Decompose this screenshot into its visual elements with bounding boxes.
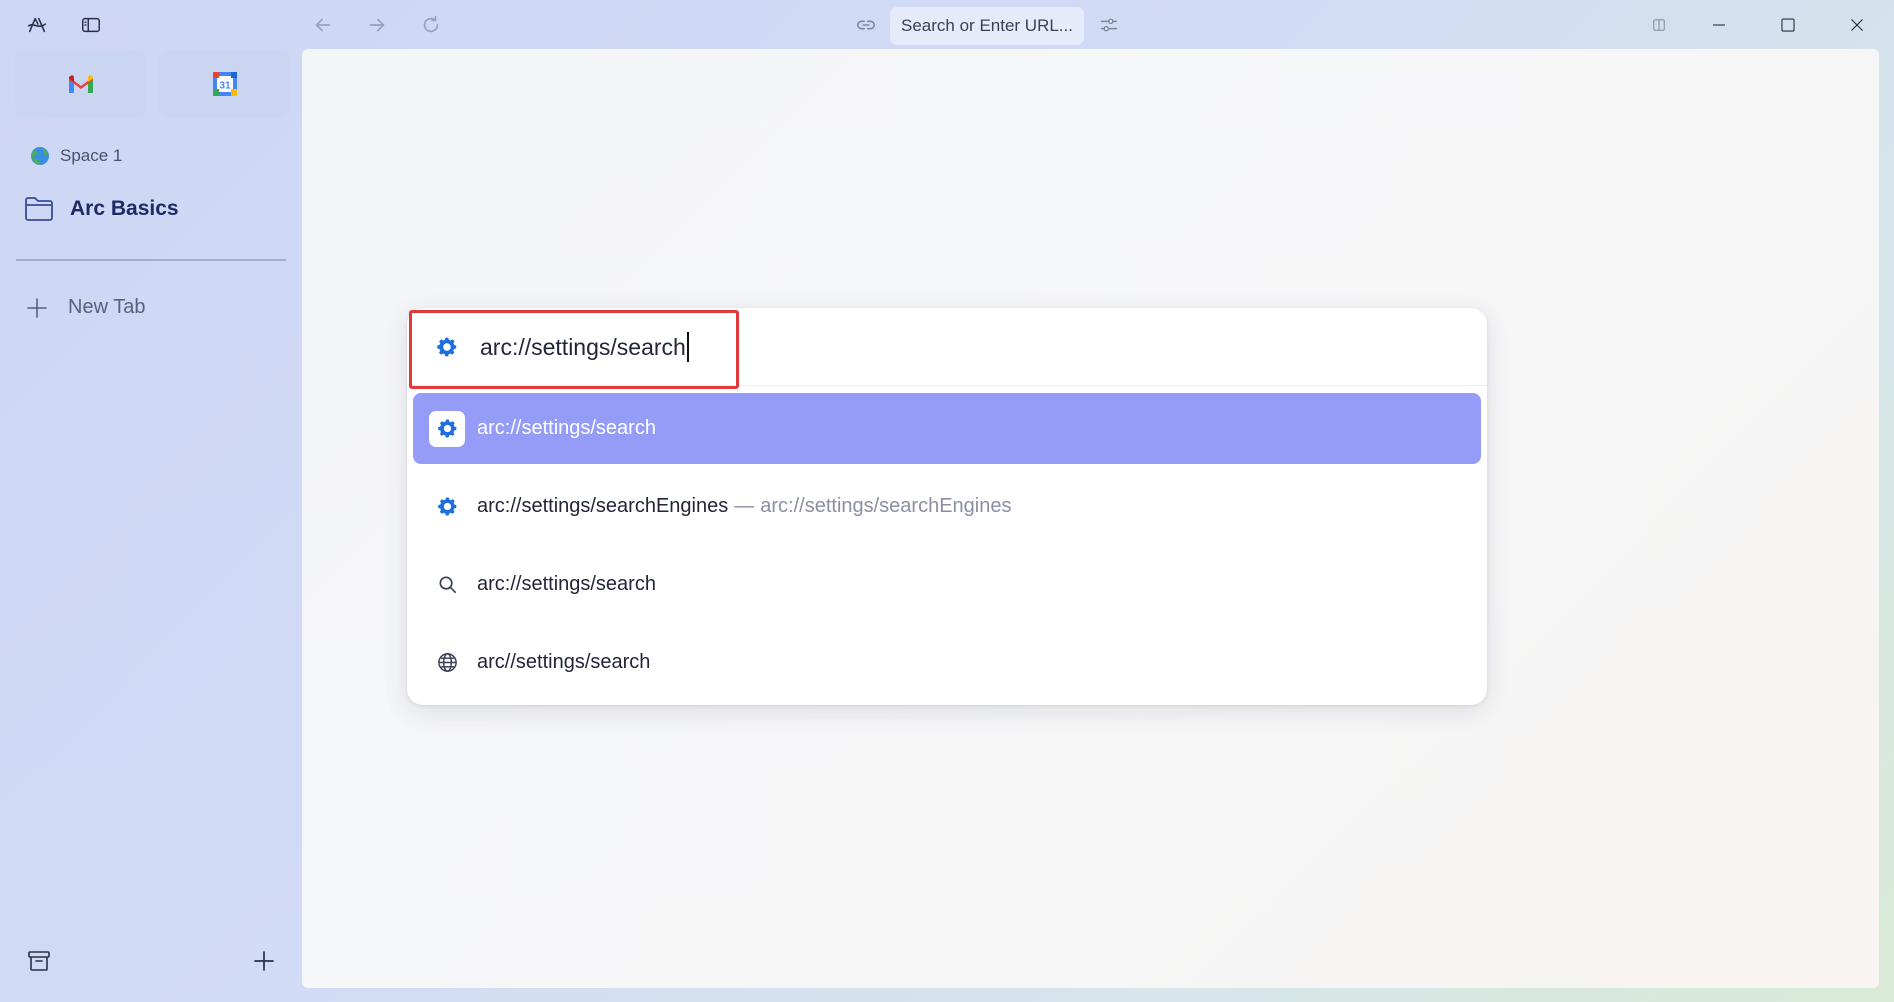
result-item-2[interactable]: arc://settings/searchEngines — arc://set…: [413, 471, 1481, 542]
maximize-icon[interactable]: [1773, 10, 1803, 40]
sidebar-toggle-icon[interactable]: [78, 12, 104, 38]
folder-label: Arc Basics: [70, 197, 179, 220]
new-tab-label: New Tab: [68, 296, 146, 318]
google-calendar-icon: 31: [212, 71, 238, 97]
new-tab-button[interactable]: New Tab: [26, 296, 145, 319]
globe-icon: [429, 645, 465, 681]
split-view-icon[interactable]: [1644, 10, 1674, 40]
search-icon: [429, 567, 465, 603]
favorite-google-calendar[interactable]: 31: [159, 51, 290, 117]
calendar-badge: 31: [219, 81, 231, 92]
result-item-1[interactable]: arc://settings/search: [413, 393, 1481, 464]
sidebar-divider: [16, 259, 286, 261]
reload-icon[interactable]: [418, 12, 444, 38]
result-label: arc://settings/search: [477, 573, 656, 595]
result-label: arc://settings/search: [477, 417, 656, 439]
result-separator: —: [734, 495, 755, 517]
gmail-icon: [67, 73, 95, 95]
minimize-icon[interactable]: [1704, 10, 1734, 40]
result-item-4[interactable]: arc//settings/search: [413, 627, 1481, 698]
url-bar-placeholder: Search or Enter URL...: [901, 16, 1073, 35]
forward-arrow-icon[interactable]: [364, 12, 390, 38]
plus-icon: [26, 297, 48, 319]
space-name: Space 1: [60, 146, 123, 165]
globe-emoji-icon: [30, 146, 50, 166]
sidebar-folder-arc-basics[interactable]: Arc Basics: [24, 196, 179, 222]
folder-icon: [24, 196, 54, 222]
favorite-gmail[interactable]: [15, 51, 146, 117]
link-icon[interactable]: [853, 12, 879, 38]
result-item-3[interactable]: arc://settings/search: [413, 549, 1481, 620]
result-label: arc://settings/searchEngines: [477, 495, 729, 517]
archive-icon[interactable]: [26, 948, 52, 974]
result-label: arc//settings/search: [477, 651, 651, 673]
result-subtitle: arc://settings/searchEngines: [760, 495, 1012, 517]
arc-logo-icon[interactable]: [24, 12, 50, 38]
close-icon[interactable]: [1842, 10, 1872, 40]
url-bar[interactable]: Search or Enter URL...: [890, 7, 1084, 45]
site-controls-icon[interactable]: [1096, 12, 1122, 38]
input-highlight-box: [409, 310, 739, 389]
back-arrow-icon[interactable]: [310, 12, 336, 38]
add-icon[interactable]: [251, 948, 277, 974]
command-palette: arc://settings/search arc://settings/sea…: [407, 308, 1487, 705]
space-header[interactable]: Space 1: [30, 146, 122, 166]
gear-icon: [429, 489, 465, 525]
gear-icon: [429, 410, 465, 447]
